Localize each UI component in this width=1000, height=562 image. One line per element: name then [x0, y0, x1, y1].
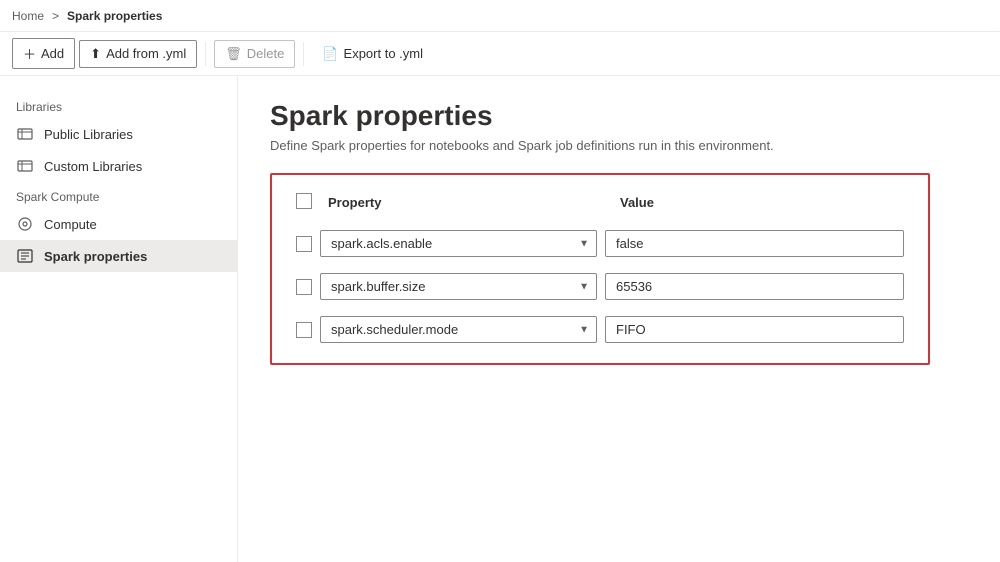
- add-from-yml-button[interactable]: ⬆ Add from .yml: [79, 40, 197, 68]
- delete-button[interactable]: 🗑 Delete: [214, 40, 295, 68]
- main-content: Spark properties Define Spark properties…: [238, 76, 1000, 562]
- add-label: Add: [41, 46, 64, 61]
- property-select-wrapper-1: spark.acls.enable ▼: [320, 230, 597, 257]
- property-select-3[interactable]: spark.scheduler.mode: [320, 316, 597, 343]
- table-row: spark.acls.enable ▼: [288, 222, 912, 265]
- table-header-row: Property Value: [288, 187, 912, 218]
- properties-table: Property Value spark.acls.enable ▼: [270, 173, 930, 365]
- row-checkbox-1[interactable]: [296, 236, 312, 252]
- col-value-header: Value: [612, 195, 904, 210]
- value-input-3[interactable]: [605, 316, 904, 343]
- spark-properties-label: Spark properties: [44, 249, 147, 264]
- top-nav: Home > Spark properties: [0, 0, 1000, 32]
- row-checkbox-2[interactable]: [296, 279, 312, 295]
- sidebar-item-compute[interactable]: Compute: [0, 208, 237, 240]
- custom-libraries-label: Custom Libraries: [44, 159, 142, 174]
- nav-home[interactable]: Home: [12, 9, 44, 23]
- export-label: Export to .yml: [344, 46, 423, 61]
- public-libraries-icon: [16, 125, 34, 143]
- page-description: Define Spark properties for notebooks an…: [270, 138, 968, 153]
- toolbar-separator-1: [205, 42, 206, 66]
- row-checkbox-3[interactable]: [296, 322, 312, 338]
- nav-separator: >: [52, 9, 59, 23]
- upload-icon: ⬆: [90, 46, 101, 62]
- libraries-section-label: Libraries: [0, 92, 237, 118]
- table-row: spark.buffer.size ▼: [288, 265, 912, 308]
- toolbar-separator-2: [303, 42, 304, 66]
- property-select-2[interactable]: spark.buffer.size: [320, 273, 597, 300]
- sidebar-item-public-libraries[interactable]: Public Libraries: [0, 118, 237, 150]
- page-title: Spark properties: [270, 100, 968, 132]
- sidebar: Libraries Public Libraries Custom Librar…: [0, 76, 238, 562]
- property-select-wrapper-3: spark.scheduler.mode ▼: [320, 316, 597, 343]
- spark-compute-section-label: Spark Compute: [0, 182, 237, 208]
- sidebar-item-custom-libraries[interactable]: Custom Libraries: [0, 150, 237, 182]
- property-select-1[interactable]: spark.acls.enable: [320, 230, 597, 257]
- export-button[interactable]: 📄 Export to .yml: [312, 41, 433, 67]
- add-button[interactable]: ＋ Add: [12, 38, 75, 69]
- add-from-yml-label: Add from .yml: [106, 46, 186, 61]
- spark-properties-icon: [16, 247, 34, 265]
- layout: Libraries Public Libraries Custom Librar…: [0, 76, 1000, 562]
- compute-label: Compute: [44, 217, 97, 232]
- value-input-1[interactable]: [605, 230, 904, 257]
- value-input-2[interactable]: [605, 273, 904, 300]
- export-icon: 📄: [322, 46, 338, 62]
- col-property-header: Property: [324, 195, 612, 210]
- table-row: spark.scheduler.mode ▼: [288, 308, 912, 351]
- toolbar: ＋ Add ⬆ Add from .yml 🗑 Delete 📄 Export …: [0, 32, 1000, 76]
- delete-label: Delete: [247, 46, 285, 61]
- add-icon: ＋: [23, 44, 36, 63]
- compute-icon: [16, 215, 34, 233]
- property-select-wrapper-2: spark.buffer.size ▼: [320, 273, 597, 300]
- custom-libraries-icon: [16, 157, 34, 175]
- sidebar-item-spark-properties[interactable]: Spark properties: [0, 240, 237, 272]
- header-checkbox[interactable]: [296, 193, 312, 209]
- nav-current: Spark properties: [67, 9, 162, 23]
- public-libraries-label: Public Libraries: [44, 127, 133, 142]
- delete-icon: 🗑: [225, 46, 242, 62]
